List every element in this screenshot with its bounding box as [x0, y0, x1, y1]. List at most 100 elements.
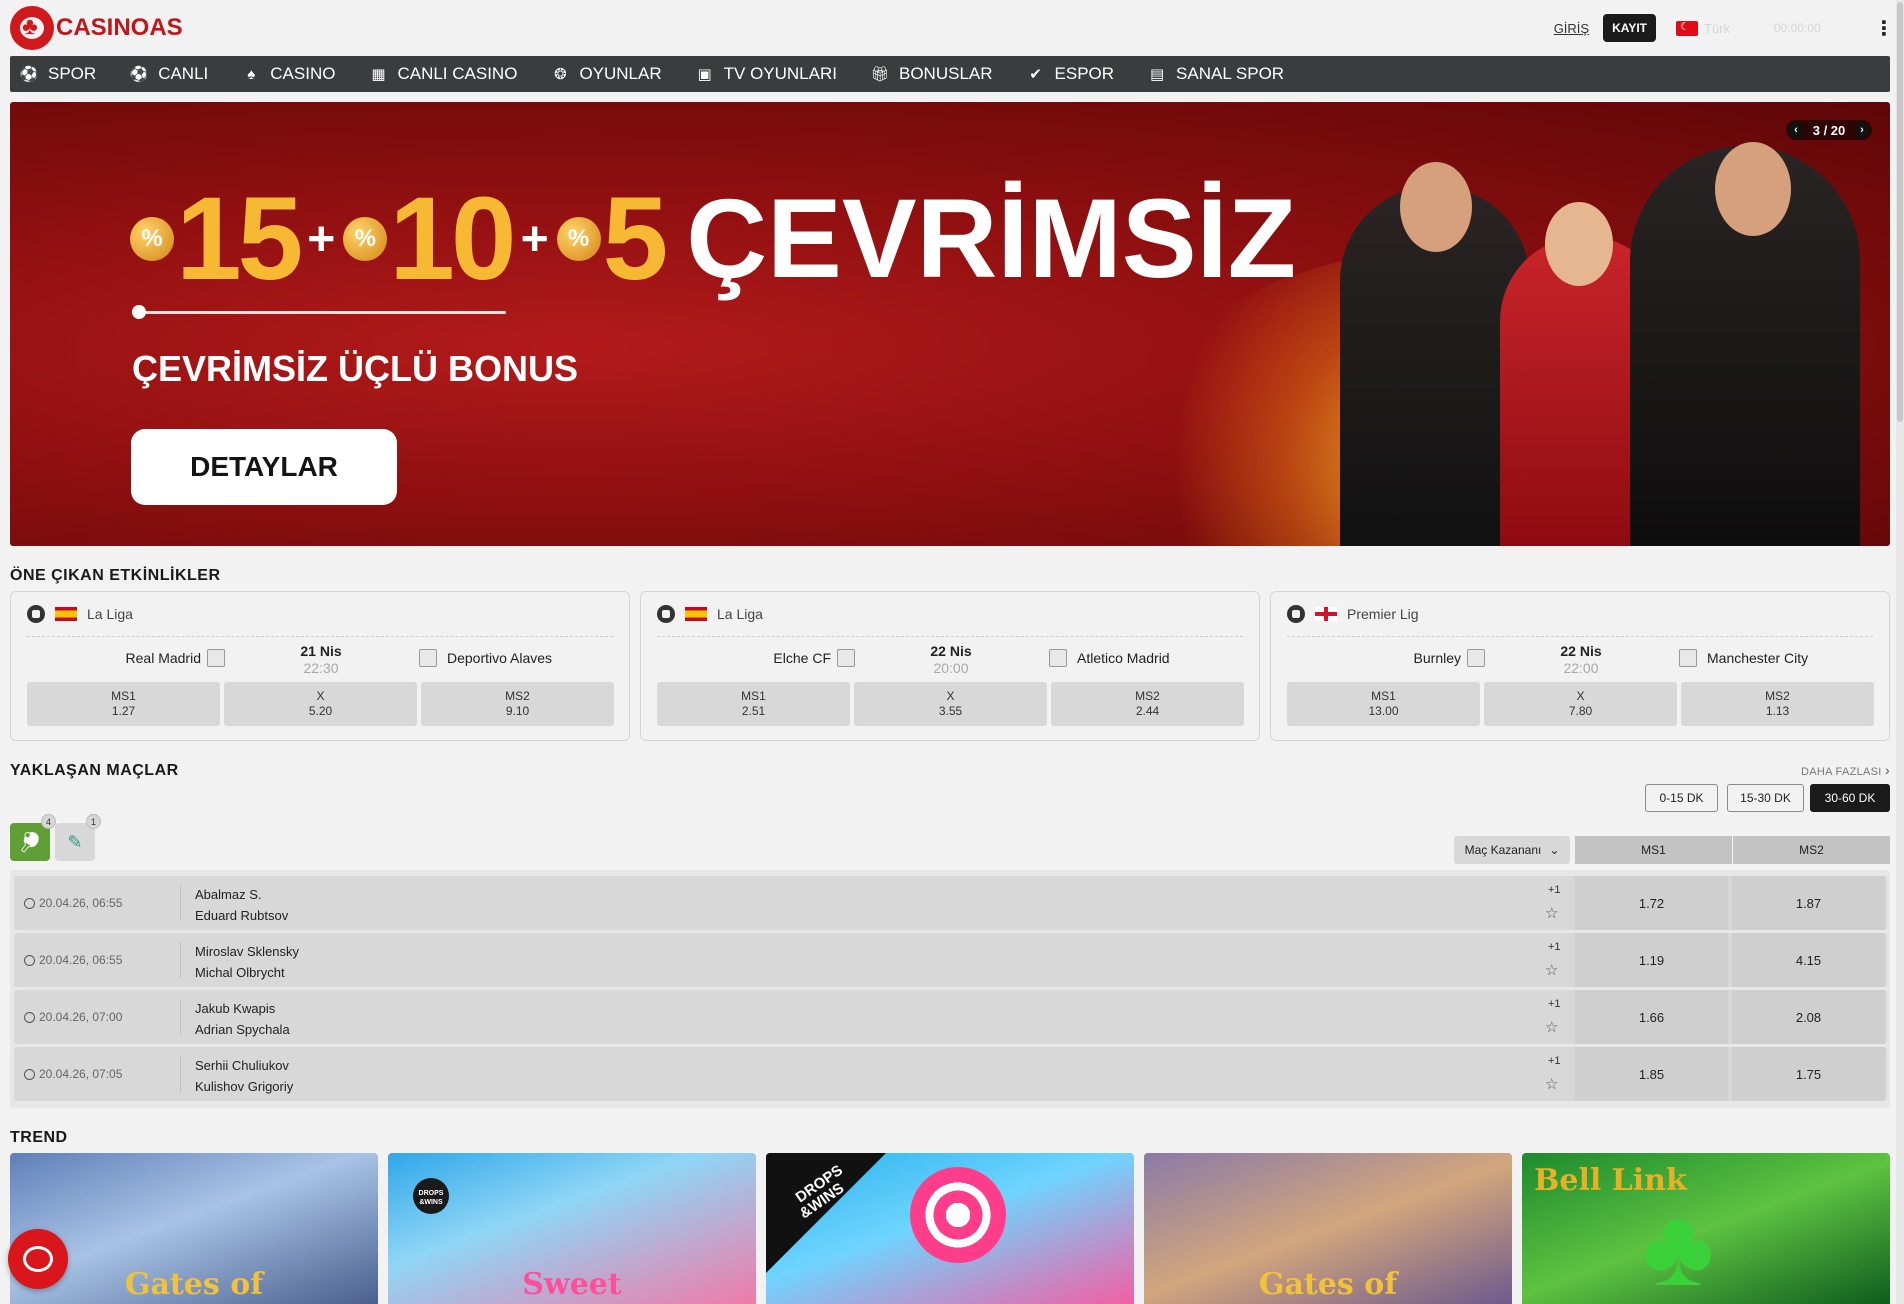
nav-item-canli-casino[interactable]: ▦ CANLI CASINO: [369, 56, 517, 92]
more-markets-link[interactable]: +1: [1548, 884, 1561, 896]
clock-icon: [24, 897, 35, 909]
banner-divider: [140, 311, 506, 314]
odd-ms1[interactable]: 1.72: [1575, 876, 1728, 930]
live-chat-button[interactable]: [8, 1229, 68, 1289]
star-icon[interactable]: ☆: [1545, 1018, 1558, 1036]
odd-button-x[interactable]: X 5.20: [224, 682, 417, 726]
star-icon[interactable]: ☆: [1545, 961, 1558, 979]
header-actions: GİRİŞ KAYIT Türk 00:00:00 ⋮: [1554, 14, 1894, 42]
sport-tab-badminton[interactable]: ✎ 1: [55, 814, 101, 861]
league-header: La Liga: [27, 604, 133, 624]
featured-events: La Liga Real Madrid 21 Nis 22:30 Deporti…: [10, 591, 1890, 741]
nav-item-spor[interactable]: ⚽ SPOR: [20, 56, 97, 92]
slider-prev-icon[interactable]: ‹: [1788, 122, 1804, 138]
more-markets-link[interactable]: +1: [1548, 998, 1561, 1010]
match-row[interactable]: 20.04.26, 06:55 Abalmaz S. Eduard Rubtsov…: [14, 876, 1887, 930]
odd-button-ms2[interactable]: MS2 1.13: [1681, 682, 1874, 726]
match-date: 22 Nis: [930, 643, 972, 659]
nav-item-oyunlar[interactable]: ❂ OYUNLAR: [551, 56, 661, 92]
clock-icon: [24, 1068, 35, 1080]
plus-sign: +: [520, 212, 549, 266]
odd-button-ms1[interactable]: MS1 1.27: [27, 682, 220, 726]
banner-subtitle: ÇEVRİMSİZ ÜÇLÜ BONUS: [132, 348, 579, 389]
odd-ms2[interactable]: 1.87: [1732, 876, 1885, 930]
nav-label: SANAL SPOR: [1176, 64, 1285, 83]
nav-item-casino[interactable]: ♠ CASINO: [242, 56, 335, 92]
sport-count-badge: 4: [41, 814, 56, 829]
away-team-logo: [1679, 649, 1697, 667]
match-date: 21 Nis: [300, 643, 342, 659]
odd-button-ms1[interactable]: MS1 13.00: [1287, 682, 1480, 726]
odd-ms1[interactable]: 1.66: [1575, 990, 1728, 1044]
odd-button-x[interactable]: X 7.80: [1484, 682, 1677, 726]
odd-ms1[interactable]: 1.19: [1575, 933, 1728, 987]
chevron-right-icon: ›: [1885, 762, 1890, 778]
star-icon[interactable]: ☆: [1545, 1075, 1558, 1093]
odd-button-ms2[interactable]: MS2 9.10: [421, 682, 614, 726]
login-link[interactable]: GİRİŞ: [1554, 21, 1589, 36]
game-tile-sweet-bonanza[interactable]: DROPS &WINS: [766, 1153, 1134, 1304]
main-nav: ⚽ SPOR ⚽ CANLI ♠ CASINO ▦ CANLI CASINO ❂ OYUN…: [10, 56, 1890, 92]
match-datetime-text: 20.04.26, 07:05: [39, 1067, 123, 1081]
game-tile-gates-of-olympus[interactable]: Gates of: [10, 1153, 378, 1304]
scrollbar-thumb[interactable]: [1897, 2, 1903, 422]
slider-next-icon[interactable]: ›: [1854, 122, 1870, 138]
more-menu-icon[interactable]: ⋮: [1874, 16, 1894, 41]
match-teams: Serhii Chuliukov Kulishov Grigoriy: [195, 1055, 293, 1097]
soccer-ball-icon: [1287, 605, 1305, 623]
sport-tab-table-tennis[interactable]: 🏓︎ 4: [10, 814, 56, 861]
away-team: Deportivo Alaves: [447, 650, 553, 666]
filter-30-60[interactable]: 30-60 DK: [1810, 784, 1890, 812]
match-row[interactable]: 20.04.26, 06:55 Miroslav Sklensky Michal …: [14, 933, 1887, 987]
match-row[interactable]: 20.04.26, 07:00 Jakub Kwapis Adrian Spych…: [14, 990, 1887, 1044]
nav-item-tv-oyunlari[interactable]: ▣ TV OYUNLARI: [696, 56, 837, 92]
banner-headline-text: ÇEVRİMSİZ: [686, 176, 1297, 301]
nav-item-sanal-spor[interactable]: ▤ SANAL SPOR: [1148, 56, 1284, 92]
odd-button-x[interactable]: X 3.55: [854, 682, 1047, 726]
star-icon[interactable]: ☆: [1545, 904, 1558, 922]
featured-match-card[interactable]: La Liga Elche CF 22 Nis 20:00 Atletico M…: [640, 591, 1260, 741]
odd-ms2[interactable]: 1.75: [1732, 1047, 1885, 1101]
game-tile-sweet[interactable]: DROPS &WINS Sweet: [388, 1153, 756, 1304]
odd-ms2[interactable]: 4.15: [1732, 933, 1885, 987]
game-tile-bell-link[interactable]: Bell Link ♣: [1522, 1153, 1890, 1304]
nav-item-bonuslar[interactable]: 🎁︎ BONUSLAR: [870, 56, 993, 92]
turkey-flag-icon[interactable]: [1676, 20, 1698, 36]
site-logo[interactable]: CASINOAS: [10, 6, 183, 50]
nav-label: SPOR: [48, 64, 97, 83]
more-markets-link[interactable]: +1: [1548, 1055, 1561, 1067]
home-team: Real Madrid: [125, 650, 201, 666]
odd-value: 3.55: [938, 704, 963, 718]
language-selector[interactable]: Türk: [1704, 21, 1748, 36]
odd-button-ms1[interactable]: MS1 2.51: [657, 682, 850, 726]
logo-icon: [10, 6, 54, 50]
nav-item-canli[interactable]: ⚽ CANLI: [130, 56, 208, 92]
bonus-number-1: 15: [176, 173, 303, 305]
trend-games: Gates of DROPS &WINS Sweet DROPS &WINS Gat…: [10, 1153, 1890, 1304]
odd-ms2[interactable]: 2.08: [1732, 990, 1885, 1044]
away-player: Michal Olbrycht: [195, 965, 285, 980]
home-team-logo: [837, 649, 855, 667]
game-tile-gates-of[interactable]: Gates of: [1144, 1153, 1512, 1304]
badminton-icon: ✎: [67, 831, 83, 852]
page-scrollbar[interactable]: [1896, 0, 1904, 1304]
featured-match-card[interactable]: La Liga Real Madrid 21 Nis 22:30 Deporti…: [10, 591, 630, 741]
nav-item-espor[interactable]: ✔ ESPOR: [1027, 56, 1114, 92]
match-row[interactable]: 20.04.26, 07:05 Serhii Chuliukov Kulishov…: [14, 1047, 1887, 1101]
odd-ms1[interactable]: 1.85: [1575, 1047, 1728, 1101]
details-button[interactable]: DETAYLAR: [131, 429, 397, 505]
filter-15-30[interactable]: 15-30 DK: [1727, 784, 1804, 812]
promo-banner[interactable]: % 15 + % 10 + % 5 ÇEVRİMSİZ ÇEVRİMSİZ ÜÇ…: [10, 102, 1890, 546]
trend-title: TREND: [10, 1129, 68, 1146]
register-button[interactable]: KAYIT: [1603, 14, 1656, 42]
home-team: Burnley: [1413, 650, 1461, 666]
filter-0-15[interactable]: 0-15 DK: [1645, 784, 1718, 812]
match-datetime-text: 20.04.26, 07:00: [39, 1010, 123, 1024]
market-select[interactable]: Maç Kazananı ⌄: [1454, 836, 1570, 864]
logo-text: CASINOAS: [56, 14, 183, 41]
odd-button-ms2[interactable]: MS2 2.44: [1051, 682, 1244, 726]
more-markets-link[interactable]: +1: [1548, 941, 1561, 953]
featured-match-card[interactable]: Premier Lig Burnley 22 Nis 22:00 Manches…: [1270, 591, 1890, 741]
more-link[interactable]: DAHA FAZLASI ›: [1801, 762, 1890, 778]
nav-label: BONUSLAR: [898, 64, 993, 83]
